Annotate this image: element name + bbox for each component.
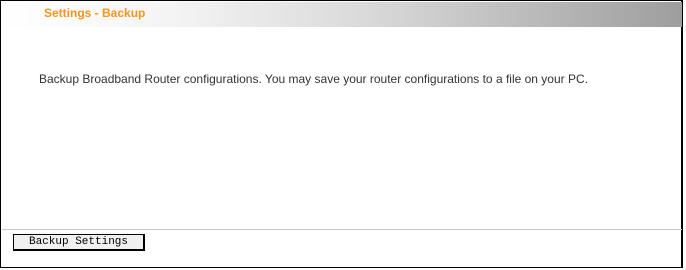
divider [2, 229, 682, 230]
page-title: Settings - Backup [44, 6, 146, 20]
backup-settings-button[interactable]: Backup Settings [13, 234, 145, 251]
settings-panel: Settings - Backup Backup Broadband Route… [0, 0, 683, 268]
backup-description: Backup Broadband Router configurations. … [39, 72, 588, 86]
title-bar: Settings - Backup [2, 2, 682, 27]
